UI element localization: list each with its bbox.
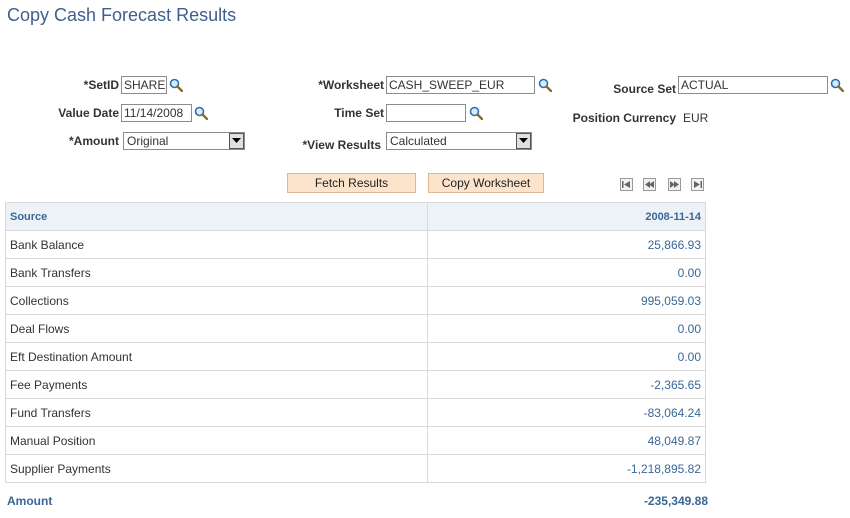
worksheet-lookup-icon[interactable]	[538, 78, 552, 92]
row-amount: 25,866.93	[427, 230, 706, 259]
amount-total-label: Amount	[7, 494, 53, 508]
row-source: Deal Flows	[5, 314, 428, 343]
table-row: Collections 995,059.03	[5, 286, 706, 315]
row-amount: 0.00	[427, 342, 706, 371]
chevron-down-icon[interactable]	[229, 133, 244, 149]
next-page-icon[interactable]	[668, 178, 681, 191]
row-source: Supplier Payments	[5, 454, 428, 483]
source-set-field[interactable]: ACTUAL	[678, 76, 828, 94]
source-column-header[interactable]: Source	[5, 202, 428, 231]
row-amount: -83,064.24	[427, 398, 706, 427]
position-currency-value: EUR	[683, 111, 709, 125]
row-amount: -1,218,895.82	[427, 454, 706, 483]
row-source: Collections	[5, 286, 428, 315]
row-amount: 0.00	[427, 314, 706, 343]
row-amount: -2,365.65	[427, 370, 706, 399]
table-row: Fund Transfers -83,064.24	[5, 398, 706, 427]
row-source: Eft Destination Amount	[5, 342, 428, 371]
calendar-lookup-icon[interactable]	[194, 106, 208, 120]
page-title: Copy Cash Forecast Results	[7, 5, 237, 25]
first-page-icon[interactable]	[620, 178, 633, 191]
table-row: Eft Destination Amount 0.00	[5, 342, 706, 371]
view-results-select[interactable]: Calculated	[386, 132, 532, 150]
row-amount: 995,059.03	[427, 286, 706, 315]
setid-label: *SetID	[83, 78, 119, 92]
row-source: Manual Position	[5, 426, 428, 455]
worksheet-field[interactable]: CASH_SWEEP_EUR	[386, 76, 535, 94]
value-date-label: Value Date	[58, 106, 119, 120]
row-source: Fund Transfers	[5, 398, 428, 427]
table-row: Deal Flows 0.00	[5, 314, 706, 343]
time-set-field[interactable]	[386, 104, 466, 122]
amount-select-value: Original	[127, 134, 169, 148]
table-row: Manual Position 48,049.87	[5, 426, 706, 455]
copy-worksheet-button[interactable]: Copy Worksheet	[428, 173, 544, 193]
row-source: Fee Payments	[5, 370, 428, 399]
table-row: Fee Payments -2,365.65	[5, 370, 706, 399]
view-results-label: *View Results	[302, 138, 381, 152]
last-page-icon[interactable]	[691, 178, 704, 191]
worksheet-label: *Worksheet	[318, 78, 384, 92]
value-date-field[interactable]: 11/14/2008	[121, 104, 192, 122]
table-row: Bank Transfers 0.00	[5, 258, 706, 287]
source-set-lookup-icon[interactable]	[830, 78, 844, 92]
amount-select[interactable]: Original	[123, 132, 245, 150]
results-grid: Source 2008-11-14 Bank Balance 25,866.93…	[5, 202, 706, 483]
grid-header-row: Source 2008-11-14	[5, 202, 706, 231]
time-set-label: Time Set	[334, 106, 384, 120]
source-set-label: Source Set	[613, 82, 676, 96]
amount-total-value: -235,349.88	[643, 494, 708, 508]
previous-page-icon[interactable]	[643, 178, 656, 191]
position-currency-label: Position Currency	[572, 111, 676, 125]
table-row: Supplier Payments -1,218,895.82	[5, 454, 706, 483]
amount-label: *Amount	[69, 134, 119, 148]
row-source: Bank Balance	[5, 230, 428, 259]
row-source: Bank Transfers	[5, 258, 428, 287]
time-set-lookup-icon[interactable]	[469, 106, 483, 120]
setid-lookup-icon[interactable]	[169, 78, 183, 92]
setid-field[interactable]: SHARE	[121, 76, 167, 94]
table-row: Bank Balance 25,866.93	[5, 230, 706, 259]
fetch-results-button[interactable]: Fetch Results	[287, 173, 416, 193]
view-results-select-value: Calculated	[390, 134, 447, 148]
row-amount: 48,049.87	[427, 426, 706, 455]
row-amount: 0.00	[427, 258, 706, 287]
chevron-down-icon[interactable]	[516, 133, 531, 149]
date-column-header[interactable]: 2008-11-14	[427, 202, 706, 231]
